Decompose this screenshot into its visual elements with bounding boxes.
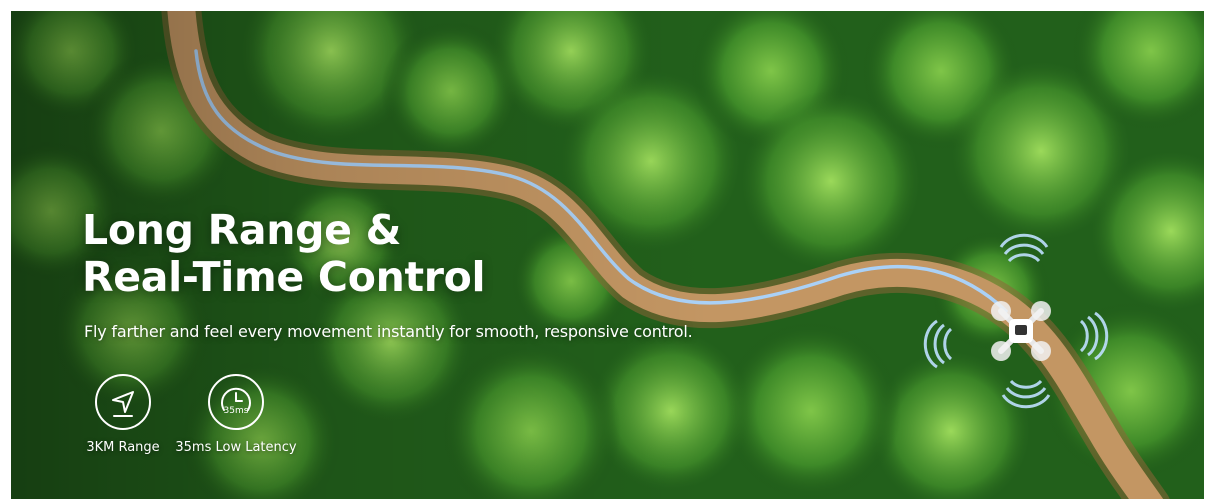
latency-icon-text: 35ms <box>224 406 249 416</box>
feature-latency-label: 35ms Low Latency <box>175 440 297 455</box>
feature-range-label: 3KM Range <box>86 440 160 455</box>
hero-banner: Long Range & Real-Time Control Fly farth… <box>11 11 1204 499</box>
hero-title: Long Range & Real-Time Control <box>82 206 486 301</box>
feature-range: 3KM Range <box>83 374 163 455</box>
hero-subtitle: Fly farther and feel every movement inst… <box>84 322 693 341</box>
feature-latency: 35ms 35ms Low Latency <box>171 374 301 455</box>
hero-title-line-2: Real-Time Control <box>82 253 486 301</box>
navigation-arrow-icon <box>95 374 151 430</box>
hero-title-line-1: Long Range & <box>82 206 402 254</box>
latency-clock-icon: 35ms <box>208 374 264 430</box>
